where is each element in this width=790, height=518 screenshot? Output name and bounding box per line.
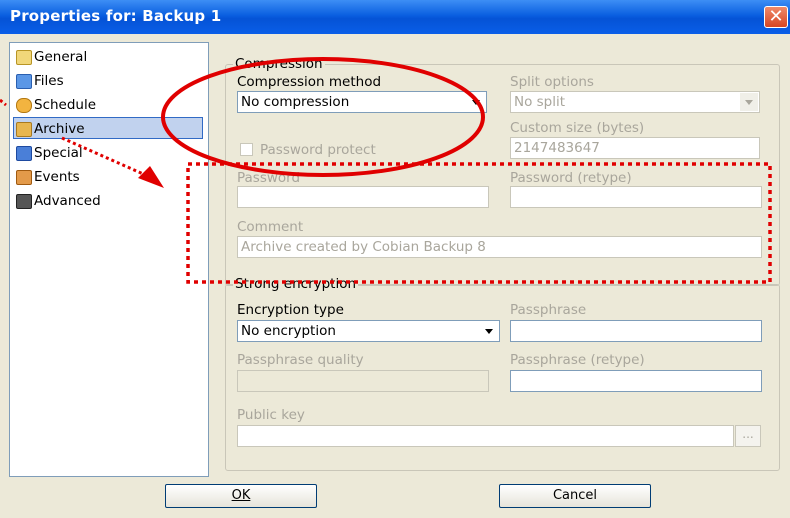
archive-icon bbox=[16, 122, 32, 137]
properties-dialog: Properties for: Backup 1 ✕ General Files… bbox=[0, 0, 790, 518]
encryption-type-select[interactable]: No encryption bbox=[237, 320, 500, 342]
close-button[interactable]: ✕ bbox=[764, 6, 788, 28]
password-protect-label: Password protect bbox=[260, 142, 376, 158]
general-icon bbox=[16, 50, 32, 65]
passphrase-quality-label: Passphrase quality bbox=[237, 352, 364, 368]
browse-public-key-button[interactable]: ... bbox=[735, 425, 761, 447]
ok-button[interactable]: OK bbox=[165, 484, 317, 508]
custom-size-label: Custom size (bytes) bbox=[510, 120, 645, 136]
advanced-icon bbox=[16, 194, 32, 209]
compression-group-title: Compression bbox=[233, 56, 325, 72]
passphrase-input[interactable] bbox=[510, 320, 762, 342]
split-options-label: Split options bbox=[510, 74, 594, 90]
sidebar-item-archive[interactable]: Archive bbox=[13, 117, 203, 139]
clock-icon bbox=[16, 98, 32, 113]
dropdown-arrow-icon bbox=[467, 93, 485, 111]
encryption-group-title: Strong encryption bbox=[233, 276, 359, 292]
compression-method-label: Compression method bbox=[237, 74, 382, 90]
public-key-input[interactable] bbox=[237, 425, 734, 447]
compression-method-select[interactable]: No compression bbox=[237, 91, 487, 113]
cancel-button[interactable]: Cancel bbox=[499, 484, 651, 508]
dropdown-arrow-icon bbox=[740, 93, 758, 111]
sidebar-item-files[interactable]: Files bbox=[14, 70, 204, 92]
sidebar-item-events[interactable]: Events bbox=[14, 166, 204, 188]
password-label: Password bbox=[237, 170, 301, 186]
encryption-type-label: Encryption type bbox=[237, 302, 344, 318]
files-icon bbox=[16, 74, 32, 89]
comment-label: Comment bbox=[237, 219, 304, 235]
password-protect-checkbox[interactable] bbox=[240, 143, 253, 156]
public-key-label: Public key bbox=[237, 407, 305, 423]
dropdown-arrow-icon bbox=[480, 322, 498, 340]
sidebar: General Files Schedule Archive Special E… bbox=[9, 42, 209, 477]
passphrase-quality-bar bbox=[237, 370, 489, 392]
password-retype-input[interactable] bbox=[510, 186, 762, 208]
comment-input[interactable]: Archive created by Cobian Backup 8 bbox=[237, 236, 762, 258]
sidebar-item-advanced[interactable]: Advanced bbox=[14, 190, 204, 212]
close-icon: ✕ bbox=[768, 6, 784, 27]
passphrase-retype-input[interactable] bbox=[510, 370, 762, 392]
sidebar-item-general[interactable]: General bbox=[14, 46, 204, 68]
password-retype-label: Password (retype) bbox=[510, 170, 632, 186]
sidebar-item-special[interactable]: Special bbox=[14, 142, 204, 164]
title-bar[interactable]: Properties for: Backup 1 ✕ bbox=[0, 0, 790, 34]
archive-settings-panel: Compression Compression method No compre… bbox=[213, 42, 785, 477]
window-title: Properties for: Backup 1 bbox=[10, 7, 222, 25]
sidebar-item-schedule[interactable]: Schedule bbox=[14, 94, 204, 116]
split-options-select[interactable]: No split bbox=[510, 91, 760, 113]
events-icon bbox=[16, 170, 32, 185]
passphrase-retype-label: Passphrase (retype) bbox=[510, 352, 645, 368]
custom-size-input[interactable]: 2147483647 bbox=[510, 137, 760, 159]
password-input[interactable] bbox=[237, 186, 489, 208]
monitor-icon bbox=[16, 146, 32, 161]
passphrase-label: Passphrase bbox=[510, 302, 587, 318]
